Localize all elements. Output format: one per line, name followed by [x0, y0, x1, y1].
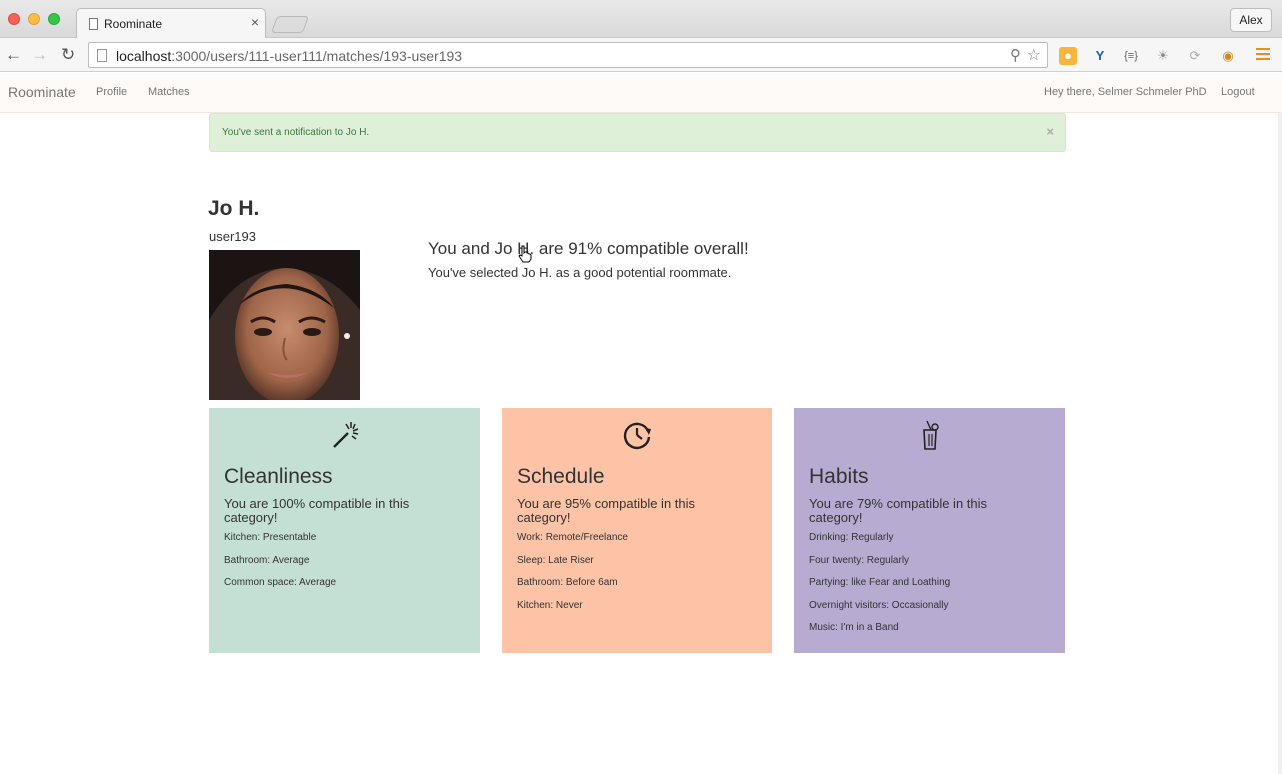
back-arrow-icon[interactable]: ←	[5, 45, 22, 65]
page-icon	[89, 18, 98, 30]
extension-json-icon[interactable]: {≡}	[1122, 47, 1140, 65]
match-name: Jo H.	[208, 197, 260, 220]
category-compatibility: You are 100% compatible in this category…	[224, 496, 410, 525]
browser-toolbar: ← → ↻ localhost:3000/users/111-user111/m…	[0, 38, 1282, 72]
category-card-schedule: Schedule You are 95% compatible in this …	[502, 408, 772, 653]
category-compatibility: You are 95% compatible in this category!	[517, 496, 696, 525]
scrollbar[interactable]	[1278, 113, 1282, 774]
user-greeting[interactable]: Hey there, Selmer Schmeler PhD	[1044, 86, 1207, 98]
list-item: Partying: like Fear and Loathing	[809, 577, 951, 589]
list-item: Kitchen: Never	[517, 599, 583, 611]
alert-close-icon[interactable]: ×	[1046, 124, 1054, 139]
close-window-button[interactable]	[8, 13, 20, 25]
bookmark-star-icon[interactable]: ☆	[1027, 45, 1041, 65]
category-card-cleanliness: Cleanliness You are 100% compatible in t…	[209, 408, 480, 653]
new-tab-button[interactable]	[270, 16, 310, 33]
extension-swirl-icon[interactable]: ⟳	[1186, 47, 1204, 65]
nav-link-matches[interactable]: Matches	[148, 86, 190, 98]
selection-status: You've selected Jo H. as a good potentia…	[428, 265, 732, 280]
browser-tab[interactable]: Roominate ×	[76, 8, 266, 38]
list-item: Kitchen: Presentable	[224, 532, 317, 543]
brand-link[interactable]: Roominate	[8, 84, 76, 100]
overall-compatibility: You and Jo H. are 91% compatible overall…	[428, 239, 749, 258]
list-item: Bathroom: Before 6am	[517, 577, 618, 589]
reload-icon[interactable]: ↻	[61, 45, 75, 65]
list-item: Overnight visitors: Occasionally	[809, 599, 949, 611]
browser-tab-bar: Roominate × Alex	[0, 0, 1282, 38]
profile-photo	[209, 250, 360, 400]
tab-title: Roominate	[104, 17, 163, 31]
url-text[interactable]: localhost:3000/users/111-user111/matches…	[116, 48, 462, 64]
nav-link-profile[interactable]: Profile	[96, 86, 127, 98]
match-username: user193	[209, 229, 256, 244]
list-item: Work: Remote/Freelance	[517, 532, 628, 543]
list-item: Sleep: Late Riser	[517, 554, 594, 566]
forward-arrow-icon[interactable]: →	[31, 45, 48, 65]
extension-icon[interactable]: ●	[1059, 47, 1077, 65]
logout-link[interactable]: Logout	[1221, 86, 1255, 98]
category-details: Drinking: Regularly Four twenty: Regular…	[809, 532, 950, 645]
magic-wand-icon	[332, 422, 358, 448]
list-item: Bathroom: Average	[224, 554, 310, 566]
list-item: Four twenty: Regularly	[809, 554, 910, 566]
menu-icon[interactable]	[1256, 48, 1270, 63]
category-title: Habits	[809, 465, 869, 488]
category-details: Work: Remote/Freelance Sleep: Late Riser…	[517, 532, 628, 622]
profile-button[interactable]: Alex	[1230, 8, 1272, 32]
extension-island-icon[interactable]: ☀	[1154, 47, 1172, 65]
search-icon[interactable]: ⚲	[1010, 46, 1021, 64]
success-alert: You've sent a notification to Jo H. ×	[209, 113, 1066, 152]
list-item: Music: I'm in a Band	[809, 622, 899, 634]
page-icon	[97, 49, 107, 62]
maximize-window-button[interactable]	[48, 13, 60, 25]
category-card-habits: Habits You are 79% compatible in this ca…	[794, 408, 1065, 653]
drink-icon	[922, 420, 939, 450]
category-title: Schedule	[517, 465, 605, 488]
tab-close-icon[interactable]: ×	[251, 14, 259, 30]
minimize-window-button[interactable]	[28, 13, 40, 25]
hand-cursor-icon	[518, 245, 532, 263]
list-item: Common space: Average	[224, 577, 337, 589]
category-title: Cleanliness	[224, 465, 333, 488]
extension-cookie-icon[interactable]: ◉	[1219, 47, 1237, 65]
alert-message: You've sent a notification to Jo H.	[222, 127, 370, 138]
extension-y-icon[interactable]: Y	[1091, 47, 1109, 65]
clock-icon	[623, 422, 651, 450]
url-host: localhost	[116, 48, 172, 64]
address-bar[interactable]: localhost:3000/users/111-user111/matches…	[88, 42, 1048, 68]
category-details: Kitchen: Presentable Bathroom: Average C…	[224, 532, 336, 600]
app-navbar: Roominate Profile Matches Hey there, Sel…	[0, 73, 1282, 113]
url-path: :3000/users/111-user111/matches/193-user…	[171, 48, 463, 64]
list-item: Drinking: Regularly	[809, 532, 894, 543]
category-compatibility: You are 79% compatible in this category!	[809, 496, 988, 525]
